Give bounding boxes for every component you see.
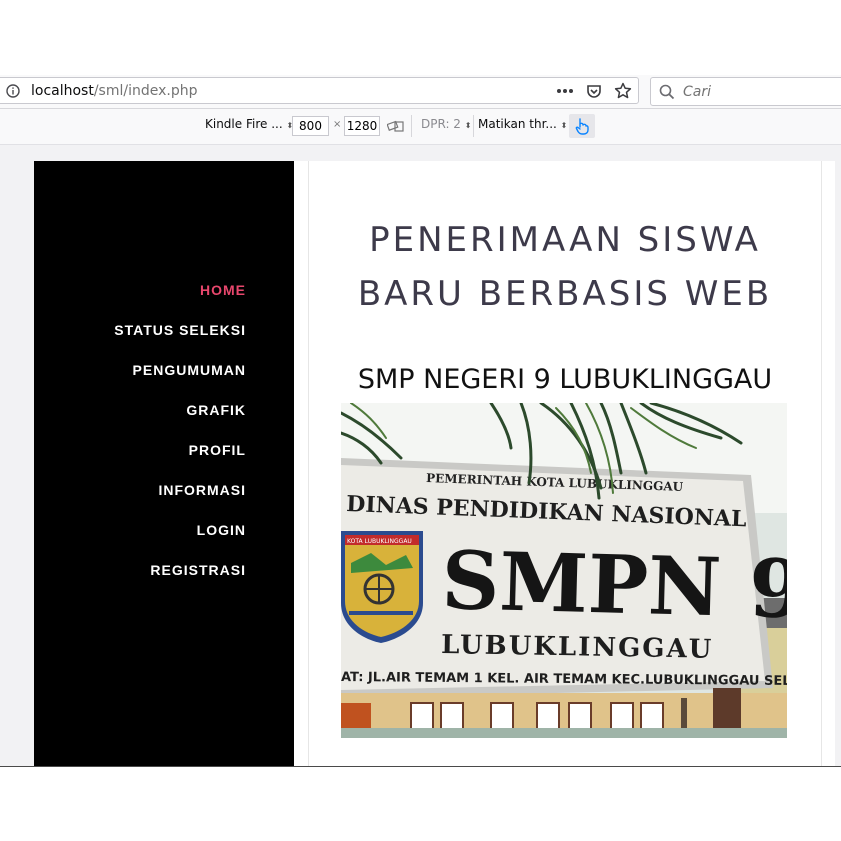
- screen-top-margin: [0, 0, 841, 75]
- search-icon: [659, 84, 675, 100]
- bookmark-star-icon[interactable]: [614, 82, 632, 100]
- dpr-selector[interactable]: DPR: 2 ⬍: [421, 117, 471, 131]
- viewport-width-input[interactable]: 800: [292, 116, 329, 136]
- device-selector-label: Kindle Fire ...: [205, 117, 283, 131]
- browser-toolbar: localhost/sml/index.php Cari: [0, 75, 841, 109]
- device-selector[interactable]: Kindle Fire ... ⬍: [205, 117, 293, 131]
- pocket-icon[interactable]: [586, 83, 602, 99]
- url-bar[interactable]: localhost/sml/index.php: [0, 77, 639, 104]
- sidebar: HOME STATUS SELEKSI PENGUMUMAN GRAFIK PR…: [34, 161, 294, 766]
- screen-bottom-margin: [0, 767, 841, 841]
- touch-simulation-button[interactable]: [569, 114, 595, 138]
- nav-pengumuman[interactable]: PENGUMUMAN: [133, 362, 246, 378]
- page-actions-menu-icon[interactable]: [556, 88, 574, 94]
- nav-home[interactable]: HOME: [200, 282, 246, 298]
- school-name-heading: SMP NEGERI 9 LUBUKLINGGAU: [357, 364, 773, 395]
- city-emblem: KOTA LUBUKLINGGAU: [341, 531, 423, 643]
- sign-city: LUBUKLINGGAU: [441, 630, 714, 665]
- nav-login[interactable]: LOGIN: [197, 522, 246, 538]
- toolbar-separator: [411, 115, 412, 137]
- nav-grafik[interactable]: GRAFIK: [186, 402, 246, 418]
- toolbar-separator: [473, 115, 474, 137]
- throttle-selector[interactable]: Matikan thr... ⬍: [478, 117, 567, 131]
- nav-status-seleksi[interactable]: STATUS SELEKSI: [114, 322, 246, 338]
- url-host: localhost: [31, 83, 94, 99]
- touch-hand-icon: [575, 118, 589, 135]
- page-title-line1: PENERIMAAN SISWA: [369, 220, 761, 260]
- page-title: PENERIMAAN SISWA BARU BERBASIS WEB: [309, 213, 821, 321]
- page-title-line2: BARU BERBASIS WEB: [357, 274, 773, 314]
- emblem-text: KOTA LUBUKLINGGAU: [347, 538, 412, 545]
- throttle-selector-label: Matikan thr...: [478, 117, 557, 131]
- dimension-separator: ×: [333, 119, 342, 130]
- nav-profil[interactable]: PROFIL: [189, 442, 246, 458]
- url-path: /sml/index.php: [93, 83, 198, 99]
- rotate-viewport-icon[interactable]: [387, 119, 405, 133]
- viewport-height-input[interactable]: 1280: [344, 116, 380, 136]
- url-text[interactable]: localhost/sml/index.php: [31, 83, 198, 99]
- responsive-design-toolbar: Kindle Fire ... ⬍ 800 × 1280 DPR: 2 ⬍ Ma…: [0, 109, 841, 145]
- dpr-selector-label: DPR: 2: [421, 117, 461, 131]
- chevron-updown-icon: ⬍: [560, 121, 568, 130]
- nav-registrasi[interactable]: REGISTRASI: [150, 562, 246, 578]
- sign-big: SMPN 9: [441, 533, 787, 636]
- search-placeholder: Cari: [683, 84, 711, 100]
- nav-informasi[interactable]: INFORMASI: [158, 482, 246, 498]
- chevron-updown-icon: ⬍: [464, 121, 472, 130]
- school-sign-photo: PEMERINTAH KOTA LUBUKLINGGAU DINAS PENDI…: [341, 403, 787, 738]
- site-info-icon[interactable]: [6, 84, 20, 98]
- search-bar[interactable]: Cari: [650, 77, 841, 106]
